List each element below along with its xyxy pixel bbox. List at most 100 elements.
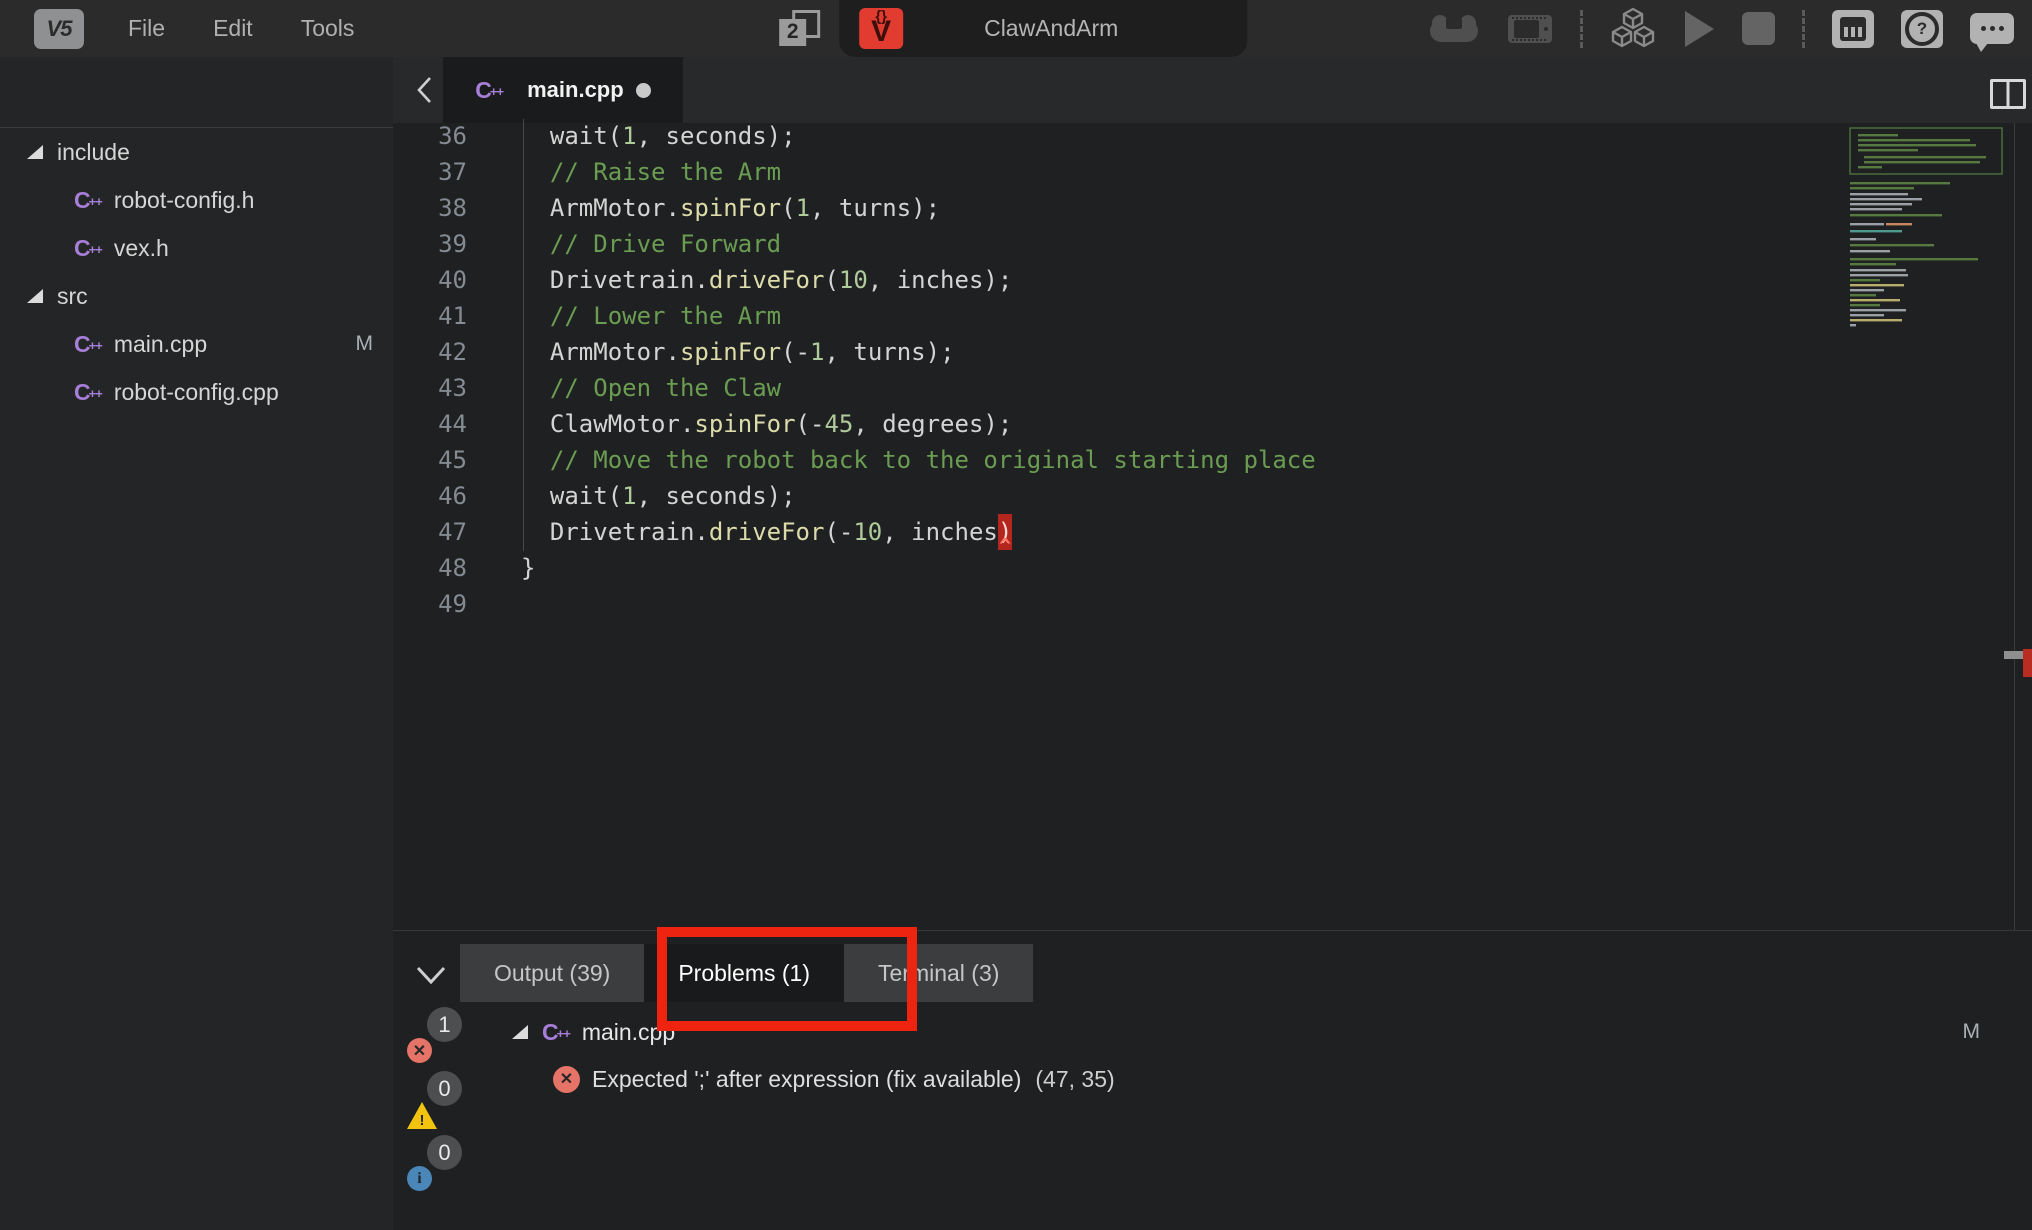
tree-item-label: vex.h (114, 235, 169, 262)
code-text: // Raise the Arm (521, 154, 781, 190)
code-token: , seconds); (637, 122, 796, 150)
code-token: driveFor (709, 266, 825, 294)
code-text: Drivetrain.driveFor(10, inches); (521, 262, 1012, 298)
menu-bar: FileEditTools (112, 15, 386, 42)
problem-row[interactable]: ✕Expected ';' after expression (fix avai… (393, 1059, 2032, 1099)
modified-badge: M (1963, 1020, 1981, 1044)
code-line: 46 wait(1, seconds); (393, 478, 2032, 514)
program-slot-icon[interactable]: 2 (779, 8, 821, 50)
panel-tab-problems[interactable]: Problems (1) (644, 944, 844, 1002)
editor-scrollbar[interactable] (2014, 123, 2015, 930)
menu-file[interactable]: File (112, 15, 197, 42)
code-token: 1 (810, 338, 824, 366)
line-number: 41 (393, 298, 467, 334)
collapse-panel-icon[interactable] (411, 955, 451, 995)
split-editor-icon[interactable] (1990, 79, 2026, 109)
code-token: Drivetrain. (521, 518, 709, 546)
code-token: wait( (521, 122, 622, 150)
code-token: } (521, 554, 535, 582)
code-editor[interactable]: 36 wait(1, seconds);37 // Raise the Arm3… (393, 123, 2032, 930)
tree-item-label: include (57, 139, 130, 166)
code-token: (- (796, 410, 825, 438)
code-token: // Lower the Arm (521, 302, 781, 330)
brain-device-icon[interactable] (1507, 11, 1553, 47)
code-token: ArmMotor. (521, 194, 680, 222)
stop-icon[interactable] (1742, 12, 1775, 45)
code-line: 48} (393, 550, 2032, 586)
code-token: , seconds); (637, 482, 796, 510)
line-number: 49 (393, 586, 467, 622)
panel-tab-output[interactable]: Output (39) (460, 944, 644, 1002)
code-text: ArmMotor.spinFor(-1, turns); (521, 334, 955, 370)
problems-file-label: main.cpp (582, 1019, 675, 1046)
project-name: ClawAndArm (903, 15, 1247, 42)
tree-item-robot-config-cpp[interactable]: C++robot-config.cpp (0, 368, 393, 416)
code-line: 42 ArmMotor.spinFor(-1, turns); (393, 334, 2032, 370)
problem-location: (47, 35) (1035, 1066, 1114, 1093)
tab-main-cpp[interactable]: C++ main.cpp (443, 57, 683, 123)
code-text: // Open the Claw (521, 370, 781, 406)
line-number: 48 (393, 550, 467, 586)
info-i-icon: i (407, 1166, 432, 1191)
warning-triangle-icon: ! (407, 1102, 437, 1129)
cpp-file-icon: C++ (74, 189, 102, 212)
line-number: 45 (393, 442, 467, 478)
editor-region: C++ main.cpp 36 wait(1, seconds);37 // R… (393, 57, 2032, 930)
device-info-icon[interactable] (1832, 10, 1874, 48)
code-line: 37 // Raise the Arm (393, 154, 2032, 190)
code-line: 49 (393, 586, 2032, 622)
code-token: 10 (839, 266, 868, 294)
problems-file-group[interactable]: C++ main.cpp M (393, 1012, 2032, 1052)
back-chevron-icon[interactable] (405, 57, 445, 123)
code-text: ArmMotor.spinFor(1, turns); (521, 190, 940, 226)
code-token: spinFor (680, 338, 781, 366)
file-explorer-sidebar: includeC++robot-config.hC++vex.hsrcC++ma… (0, 57, 393, 1230)
tree-item-robot-config-h[interactable]: C++robot-config.h (0, 176, 393, 224)
help-icon[interactable]: ? (1901, 10, 1943, 48)
minimap[interactable] (1848, 126, 2014, 336)
code-text: // Move the robot back to the original s… (521, 442, 1316, 478)
code-line: 45 // Move the robot back to the origina… (393, 442, 2032, 478)
code-token: , inches); (868, 266, 1013, 294)
menu-edit[interactable]: Edit (197, 15, 285, 42)
code-token: 45 (824, 410, 853, 438)
tree-item-main-cpp[interactable]: C++main.cppM (0, 320, 393, 368)
code-token: ArmMotor. (521, 338, 680, 366)
code-text: } (521, 550, 535, 586)
code-token: , degrees); (853, 410, 1012, 438)
play-icon[interactable] (1683, 10, 1715, 48)
blocks-icon[interactable] (1610, 7, 1656, 51)
code-line: 43 // Open the Claw (393, 370, 2032, 406)
code-token: , turns); (824, 338, 954, 366)
line-number: 47 (393, 514, 467, 550)
panel-tab-bar: Output (39)Problems (1)Terminal (3) (460, 944, 1033, 1002)
code-text: wait(1, seconds); (521, 478, 796, 514)
expand-triangle-icon[interactable] (512, 1025, 528, 1039)
toolbar-separator (1580, 10, 1583, 48)
tree-item-label: src (57, 283, 88, 310)
problem-message: Expected ';' after expression (fix avail… (592, 1066, 1021, 1093)
code-token: 1 (796, 194, 810, 222)
file-tree: includeC++robot-config.hC++vex.hsrcC++ma… (0, 128, 393, 416)
code-text: ClawMotor.spinFor(-45, degrees); (521, 406, 1012, 442)
panel-tab-terminal[interactable]: Terminal (3) (844, 944, 1033, 1002)
code-text: // Lower the Arm (521, 298, 781, 334)
code-token: , inches (882, 518, 998, 546)
line-number: 44 (393, 406, 467, 442)
feedback-icon[interactable] (1970, 13, 2014, 44)
code-token: , turns); (810, 194, 940, 222)
modified-dot-icon (636, 83, 651, 98)
bottom-panel: Output (39)Problems (1)Terminal (3) 1✕0!… (393, 930, 2032, 1230)
code-token: 1 (622, 482, 636, 510)
menu-tools[interactable]: Tools (285, 15, 387, 42)
tree-item-include[interactable]: include (0, 128, 393, 176)
tree-item-vex-h[interactable]: C++vex.h (0, 224, 393, 272)
controller-icon[interactable] (1428, 12, 1480, 46)
syntax-error-char: ) (998, 514, 1012, 550)
project-name-button[interactable]: {} V ClawAndArm (839, 0, 1247, 57)
code-token: // Move the robot back to the original s… (521, 446, 1316, 474)
code-token: driveFor (709, 518, 825, 546)
tree-item-src[interactable]: src (0, 272, 393, 320)
line-number: 39 (393, 226, 467, 262)
code-text: // Drive Forward (521, 226, 781, 262)
